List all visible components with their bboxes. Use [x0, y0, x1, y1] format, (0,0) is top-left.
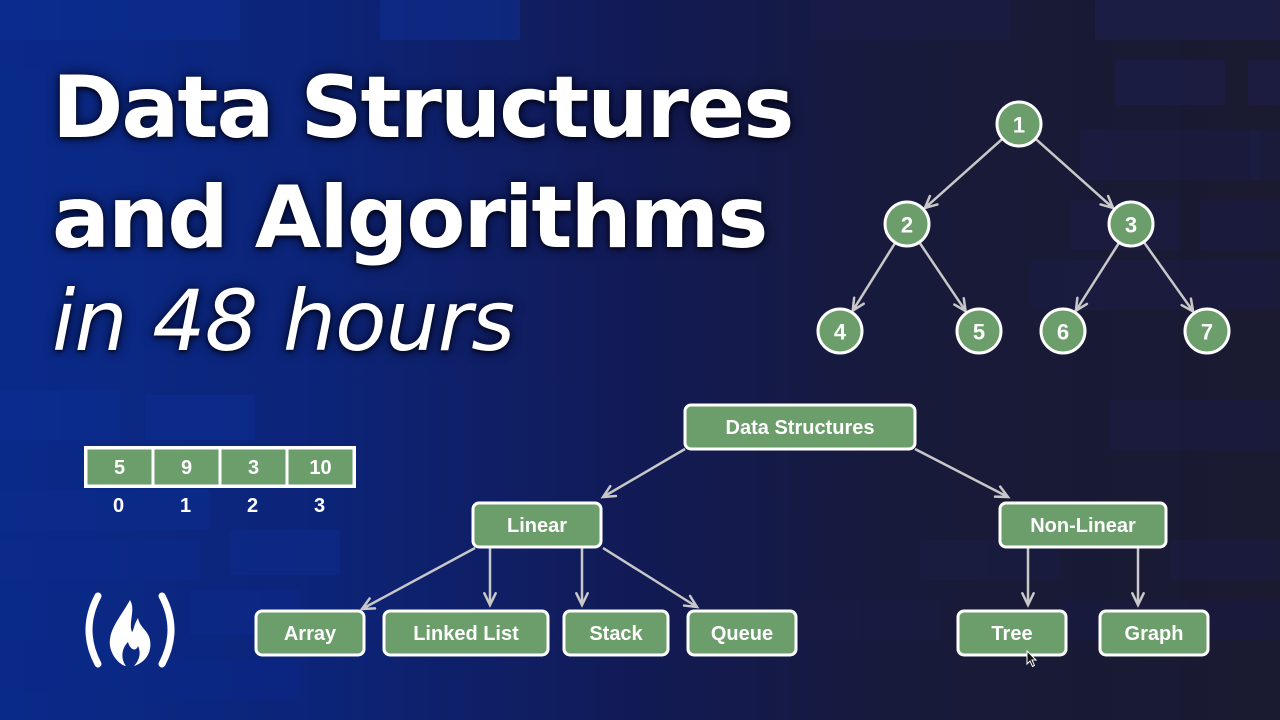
tree-node-2: 2 — [883, 200, 931, 248]
box-linear: Linear — [471, 501, 603, 549]
array-cell: 10 — [288, 449, 353, 485]
box-array-label: Array — [284, 623, 337, 645]
box-queue: Queue — [686, 609, 798, 657]
array-index: 2 — [247, 495, 258, 517]
freecodecamp-logo — [80, 590, 180, 670]
tree-node-label: 5 — [973, 320, 985, 345]
box-data-structures-label: Data Structures — [726, 417, 875, 439]
tree-node-label: 2 — [901, 213, 913, 238]
box-graph-label: Graph — [1125, 623, 1184, 645]
edge-linear-queue — [602, 546, 700, 609]
array-cell: 5 — [87, 449, 152, 485]
array-index: 3 — [314, 495, 325, 517]
tree-edge-3-6 — [1074, 241, 1121, 314]
tree-node-label: 1 — [1013, 113, 1025, 138]
box-linear-label: Linear — [507, 515, 567, 537]
tree-node-4: 4 — [816, 307, 864, 355]
box-linked-list: Linked List — [382, 609, 550, 657]
array-cell: 3 — [221, 449, 286, 485]
box-stack: Stack — [562, 609, 670, 657]
tree-edge-1-3 — [1034, 137, 1116, 210]
tree-node-label: 3 — [1125, 213, 1137, 238]
box-tree-label: Tree — [991, 623, 1032, 645]
box-non-linear: Non-Linear — [998, 501, 1168, 549]
edge-linear-linked-list — [483, 548, 497, 608]
tree-node-1: 1 — [995, 100, 1043, 148]
nodes: 1 2 3 4 5 6 7 5 9 3 10 0 1 2 3 Data Structures Linear Arr… — [84, 100, 1231, 657]
tree-node-6: 6 — [1039, 307, 1087, 355]
edge-linear-array — [359, 546, 476, 611]
tree-node-7: 7 — [1183, 307, 1231, 355]
array-index: 1 — [180, 495, 191, 517]
box-linked-list-label: Linked List — [413, 623, 519, 645]
array-value: 3 — [248, 457, 259, 479]
freecodecamp-flame-icon — [85, 592, 175, 668]
edge-root-non-linear — [914, 447, 1011, 499]
tree-node-3: 3 — [1107, 200, 1155, 248]
box-tree: Tree — [956, 609, 1068, 657]
box-queue-label: Queue — [711, 623, 773, 645]
tree-node-5: 5 — [955, 307, 1003, 355]
edge-nonlinear-graph — [1131, 548, 1145, 608]
array-index: 0 — [113, 495, 124, 517]
tree-edge-3-7 — [1142, 241, 1195, 314]
tree-edge-2-4 — [851, 241, 897, 314]
tree-node-label: 7 — [1201, 320, 1213, 345]
box-data-structures: Data Structures — [683, 403, 917, 451]
edge-root-linear — [600, 447, 686, 499]
tree-node-label: 4 — [834, 320, 847, 345]
diagram-canvas: 1 2 3 4 5 6 7 5 9 3 10 0 1 2 3 Data Structures Linear Arr… — [84, 100, 1231, 657]
array-value: 5 — [114, 457, 125, 479]
box-non-linear-label: Non-Linear — [1030, 515, 1136, 537]
edge-nonlinear-tree — [1021, 548, 1035, 608]
array-diagram: 5 9 3 10 0 1 2 3 — [84, 446, 356, 517]
box-graph: Graph — [1098, 609, 1210, 657]
tree-node-label: 6 — [1057, 320, 1069, 345]
box-array: Array — [254, 609, 366, 657]
tree-edge-2-5 — [918, 241, 968, 314]
edge-linear-stack — [575, 548, 589, 608]
array-value: 10 — [309, 457, 331, 479]
array-value: 9 — [181, 457, 192, 479]
box-stack-label: Stack — [589, 623, 643, 645]
mouse-pointer-icon — [1026, 649, 1038, 673]
tree-edge-1-2 — [922, 137, 1004, 210]
array-cell: 9 — [154, 449, 219, 485]
